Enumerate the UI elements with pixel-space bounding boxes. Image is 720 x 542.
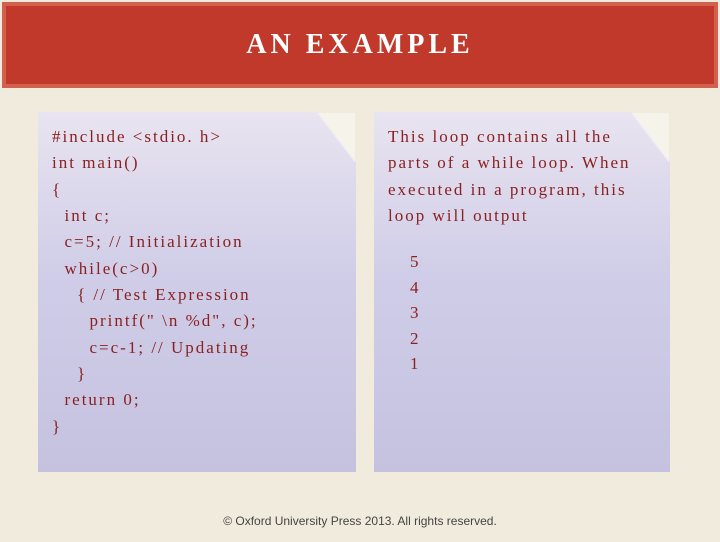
- output-line: 3: [410, 300, 656, 326]
- output-line: 4: [410, 275, 656, 301]
- footer-text: © Oxford University Press 2013. All righ…: [0, 514, 720, 528]
- explanation-panel: This loop contains all the parts of a wh…: [374, 112, 670, 472]
- output-list: 5 4 3 2 1: [388, 249, 656, 377]
- output-line: 2: [410, 326, 656, 352]
- description-text: This loop contains all the parts of a wh…: [388, 124, 656, 229]
- code-panel: #include <stdio. h> int main() { int c; …: [38, 112, 356, 472]
- title-bar: AN EXAMPLE: [2, 2, 718, 88]
- code-block: #include <stdio. h> int main() { int c; …: [52, 124, 342, 440]
- output-line: 5: [410, 249, 656, 275]
- content-area: #include <stdio. h> int main() { int c; …: [0, 90, 720, 482]
- output-line: 1: [410, 351, 656, 377]
- page-title: AN EXAMPLE: [246, 29, 473, 61]
